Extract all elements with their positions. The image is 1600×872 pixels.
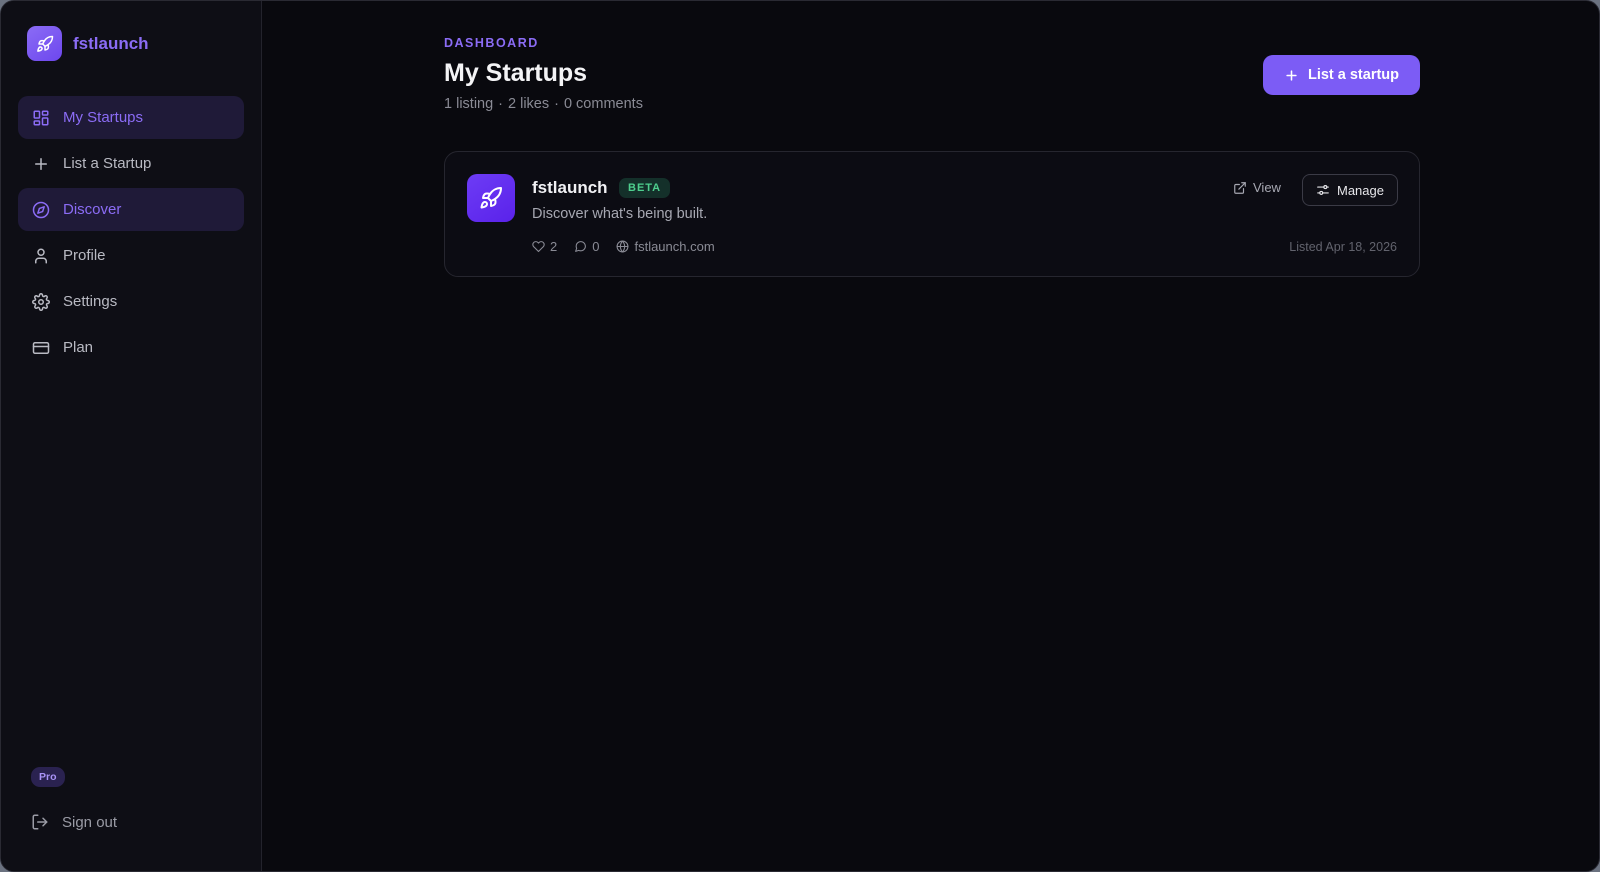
comment-icon bbox=[575, 241, 587, 252]
comments-count[interactable]: 0 bbox=[574, 239, 599, 254]
stat-likes: 2 likes bbox=[508, 96, 550, 112]
comments-value: 0 bbox=[592, 239, 600, 254]
sidebar-item-list-a-startup[interactable]: List a Startup bbox=[18, 142, 244, 185]
sliders-icon bbox=[1317, 185, 1329, 195]
manage-button[interactable]: Manage bbox=[1302, 174, 1398, 206]
page-title: My Startups bbox=[444, 59, 588, 87]
heart-icon bbox=[532, 241, 545, 253]
stat-listings: 1 listing bbox=[444, 96, 494, 112]
sidebar-item-profile[interactable]: Profile bbox=[18, 234, 244, 277]
view-label: View bbox=[1253, 180, 1281, 195]
listed-date: Listed Apr 18, 2026 bbox=[1289, 240, 1397, 254]
sidebar-item-label: Profile bbox=[63, 247, 106, 264]
likes-count[interactable]: 2 bbox=[532, 239, 557, 254]
sidebar-item-label: List a Startup bbox=[63, 155, 152, 172]
external-link-icon bbox=[1234, 181, 1246, 194]
sidebar-item-label: My Startups bbox=[63, 109, 144, 126]
list-a-startup-button[interactable]: List a startup bbox=[1263, 55, 1420, 95]
sidebar-item-plan[interactable]: Plan bbox=[18, 326, 244, 369]
sign-out-button[interactable]: Sign out bbox=[31, 813, 117, 831]
sidebar: fstlaunch My Startups List a Startup Dis… bbox=[1, 1, 262, 871]
startup-card: fstlaunch BETA Discover what's being bui… bbox=[444, 151, 1420, 277]
app-window: fstlaunch My Startups List a Startup Dis… bbox=[0, 0, 1600, 872]
sidebar-item-my-startups[interactable]: My Startups bbox=[18, 96, 244, 139]
startup-name[interactable]: fstlaunch bbox=[532, 178, 608, 198]
user-icon bbox=[35, 248, 47, 263]
sidebar-item-label: Discover bbox=[63, 201, 122, 218]
page-stats: 1 listing · 2 likes · 0 comments bbox=[444, 96, 643, 112]
brand-name: fstlaunch bbox=[73, 33, 149, 53]
website-link[interactable]: fstlaunch.com bbox=[616, 239, 715, 254]
startup-meta: 2 0 fstlaunch.com bbox=[532, 239, 715, 254]
list-a-startup-label: List a startup bbox=[1307, 67, 1400, 83]
brand[interactable]: fstlaunch bbox=[27, 26, 149, 61]
status-badge: BETA bbox=[619, 178, 671, 198]
stat-separator: · bbox=[554, 96, 559, 112]
main-content: DASHBOARD My Startups 1 listing · 2 like… bbox=[263, 1, 1599, 871]
view-button[interactable]: View bbox=[1233, 180, 1281, 195]
rocket-icon bbox=[27, 26, 62, 61]
sidebar-item-label: Settings bbox=[63, 293, 118, 310]
plan-badge: Pro bbox=[31, 767, 65, 787]
manage-label: Manage bbox=[1337, 182, 1384, 198]
grid-icon bbox=[33, 110, 49, 125]
globe-icon bbox=[617, 240, 629, 253]
rocket-icon bbox=[467, 174, 515, 222]
sidebar-item-label: Plan bbox=[63, 339, 94, 356]
credit-card-icon bbox=[32, 341, 50, 354]
plus-icon bbox=[35, 157, 47, 170]
stat-separator: · bbox=[498, 96, 504, 112]
likes-value: 2 bbox=[550, 239, 558, 254]
sidebar-nav: My Startups List a Startup Discover Prof… bbox=[18, 96, 244, 372]
sidebar-item-settings[interactable]: Settings bbox=[18, 280, 244, 323]
sidebar-item-discover[interactable]: Discover bbox=[18, 188, 244, 231]
website-value: fstlaunch.com bbox=[634, 239, 715, 254]
stat-comments: 0 comments bbox=[563, 96, 643, 112]
log-out-icon bbox=[32, 814, 48, 830]
startup-description: Discover what's being built. bbox=[532, 206, 708, 222]
compass-icon bbox=[32, 201, 50, 218]
page-eyebrow: DASHBOARD bbox=[444, 36, 539, 50]
sign-out-label: Sign out bbox=[62, 813, 118, 831]
gear-icon bbox=[32, 292, 50, 311]
plus-icon bbox=[1286, 69, 1297, 81]
